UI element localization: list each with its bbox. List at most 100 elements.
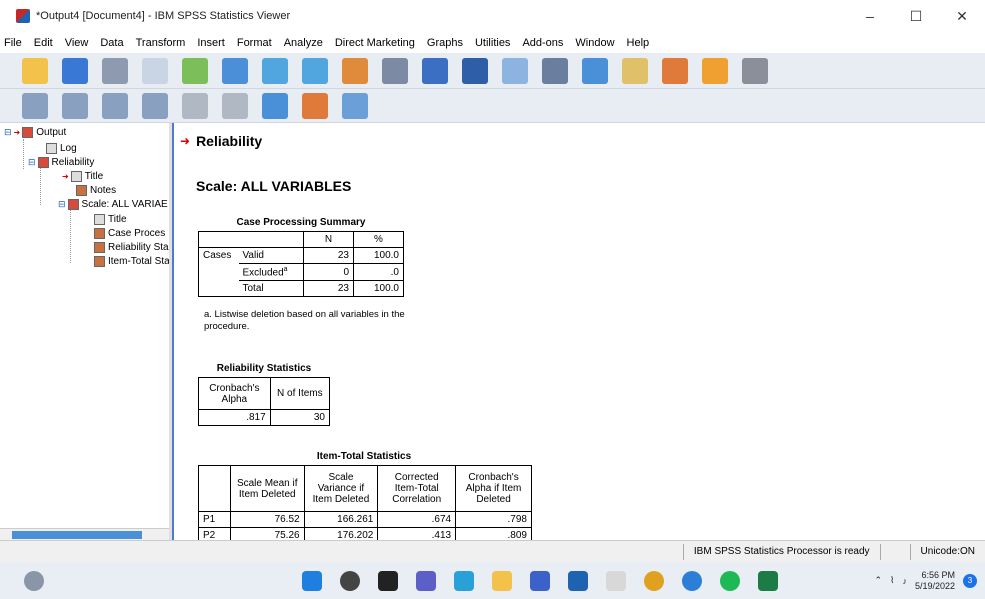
menu-data[interactable]: Data [100, 37, 123, 49]
recall-dialog-icon[interactable] [222, 57, 248, 84]
tree-item-reliability[interactable]: ⊟ Reliability [28, 157, 94, 168]
use-variable-sets-icon[interactable] [622, 57, 648, 84]
clock[interactable]: 6:56 PM 5/19/2022 [915, 570, 955, 592]
teams-icon[interactable] [416, 570, 436, 591]
menu-window[interactable]: Window [575, 37, 614, 49]
chevron-up-icon[interactable]: ⌃ [875, 575, 883, 586]
notification-badge[interactable]: 3 [963, 573, 977, 588]
unicode-status: Unicode:ON [909, 543, 985, 560]
file-explorer-icon[interactable] [492, 570, 512, 591]
demote-icon[interactable] [62, 92, 88, 119]
cell-p1-mean: 76.52 [229, 511, 305, 528]
tree-item-scale[interactable]: ⊟ Scale: ALL VARIAE [58, 199, 168, 210]
menu-direct-marketing[interactable]: Direct Marketing [335, 37, 415, 49]
close-button[interactable]: ✕ [939, 0, 985, 32]
redo-icon[interactable] [302, 57, 328, 84]
menu-add-ons[interactable]: Add-ons [522, 37, 563, 49]
status-bar: IBM SPSS Statistics Processor is ready U… [0, 540, 985, 562]
minimize-button[interactable]: – [847, 0, 893, 32]
chrome-icon[interactable] [644, 570, 664, 591]
outline-toolbar [0, 89, 985, 123]
collapse-box-icon[interactable]: ⊟ [58, 199, 66, 210]
system-tray: ⌃ ⌇ ♪ 6:56 PM 5/19/2022 3 [875, 562, 977, 599]
collapse-box-icon[interactable]: ⊟ [28, 157, 36, 168]
menu-transform[interactable]: Transform [136, 37, 186, 49]
tree-item-title[interactable]: ➜ Title [62, 171, 103, 182]
menu-file[interactable]: File [4, 37, 22, 49]
promote-icon[interactable] [22, 92, 48, 119]
clock-time: 6:56 PM [921, 569, 955, 580]
insert-heading-icon[interactable] [262, 92, 288, 119]
menu-utilities[interactable]: Utilities [475, 37, 510, 49]
menu-insert[interactable]: Insert [197, 37, 225, 49]
spotify-icon[interactable] [720, 570, 740, 591]
row-label-excluded: Excludeda [238, 262, 304, 282]
circle-icon[interactable] [542, 57, 568, 84]
browser-icon[interactable] [682, 570, 702, 591]
case-processing-table[interactable]: N % Cases Valid 23 100.0 Excludeda 0 .0 … [198, 231, 404, 298]
spss-app-icon [16, 9, 30, 23]
cell-p2-correlation: .413 [377, 527, 457, 540]
book-icon [37, 157, 49, 168]
tree-item-scale-title[interactable]: Title [94, 214, 127, 225]
undo-icon[interactable] [262, 57, 288, 84]
menu-graphs[interactable]: Graphs [427, 37, 463, 49]
menu-analyze[interactable]: Analyze [284, 37, 323, 49]
system-icon[interactable] [24, 570, 44, 591]
item-total-table[interactable]: Scale Mean if Item Deleted Scale Varianc… [198, 465, 532, 540]
goto-case-icon[interactable] [382, 57, 408, 84]
title-icon [70, 171, 82, 182]
reliability-statistics-table[interactable]: Cronbach's Alpha N of Items .817 30 [198, 377, 331, 426]
tree-item-case-processing[interactable]: Case Proces [94, 228, 165, 239]
menu-edit[interactable]: Edit [34, 37, 53, 49]
volume-icon[interactable]: ♪ [902, 576, 907, 586]
save-icon[interactable] [62, 57, 88, 84]
tree-item-log[interactable]: Log [46, 143, 77, 154]
insert-text-icon[interactable] [702, 57, 728, 84]
outline-horizontal-scrollbar[interactable] [0, 528, 169, 540]
output-content-pane: ➜ Reliability Scale: ALL VARIABLES Case … [172, 123, 985, 540]
show-icon[interactable] [182, 92, 208, 119]
print-preview-icon[interactable] [142, 57, 168, 84]
designate-window-icon[interactable] [502, 57, 528, 84]
start-icon[interactable] [302, 570, 322, 591]
menu-help[interactable]: Help [627, 37, 650, 49]
spelling-icon[interactable] [742, 57, 768, 84]
task-view-icon[interactable] [378, 570, 398, 591]
collapse-icon[interactable] [142, 92, 168, 119]
tree-item-output[interactable]: ⊟ ➜ Output [4, 127, 66, 138]
menu-format[interactable]: Format [237, 37, 272, 49]
insert-text-block-icon[interactable] [342, 92, 368, 119]
insert-title-icon[interactable] [302, 92, 328, 119]
tree-item-item-total[interactable]: Item-Total Sta [94, 256, 169, 267]
scrollbar-thumb[interactable] [12, 531, 142, 539]
network-icon[interactable]: ⌇ [890, 575, 894, 586]
cell-p1-alpha: .798 [455, 511, 532, 528]
print-icon[interactable] [102, 57, 128, 84]
open-folder-icon[interactable] [22, 57, 48, 84]
tree-item-reliability-statistics[interactable]: Reliability Sta [94, 242, 169, 253]
row-label-valid: Valid [238, 247, 304, 264]
maximize-button[interactable]: ☐ [893, 0, 939, 32]
goto-data-icon[interactable] [342, 57, 368, 84]
variables-icon[interactable] [422, 57, 448, 84]
menu-view[interactable]: View [65, 37, 89, 49]
edit-icon[interactable] [662, 57, 688, 84]
tree-item-notes[interactable]: Notes [76, 185, 116, 196]
expand-icon[interactable] [102, 92, 128, 119]
amazon-icon[interactable] [606, 570, 626, 591]
script-icon[interactable] [582, 57, 608, 84]
export-icon[interactable] [182, 57, 208, 84]
scale-heading[interactable]: Scale: ALL VARIABLES [196, 178, 351, 194]
collapse-box-icon[interactable]: ⊟ [4, 127, 12, 138]
hide-icon[interactable] [222, 92, 248, 119]
search-icon[interactable] [340, 570, 360, 591]
notes-icon [76, 185, 87, 196]
mail-icon[interactable] [568, 570, 588, 591]
select-last-output-icon[interactable] [462, 57, 488, 84]
edge-icon[interactable] [454, 570, 474, 591]
reliability-heading[interactable]: ➜ Reliability [180, 133, 262, 149]
col-alpha-if-deleted: Cronbach's Alpha if Item Deleted [455, 465, 532, 512]
excel-icon[interactable] [758, 570, 778, 591]
store-icon[interactable] [530, 570, 550, 591]
